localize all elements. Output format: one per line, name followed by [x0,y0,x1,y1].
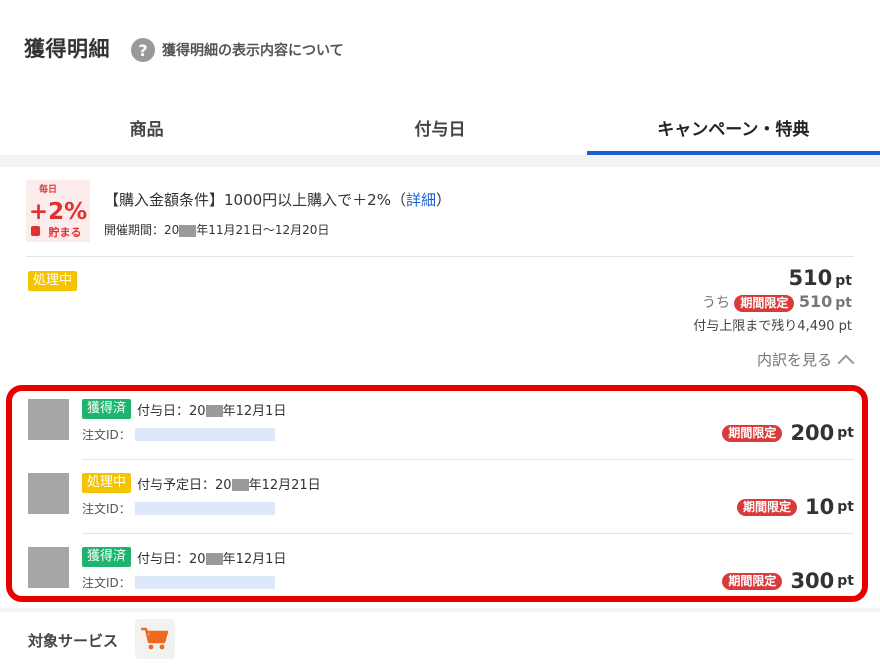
section-divider [0,608,880,612]
period-prefix: 開催期間：20 [104,223,180,237]
shopping-cart-icon[interactable] [135,619,175,659]
campaign-title: 【購入金額条件】1000円以上購入で＋2%（詳細） [104,189,451,210]
total-points: 510 pt [693,266,852,290]
remaining-limit: 付与上限まで残り4,490 pt [693,319,852,334]
breakdown-label: 内訳を見る [756,351,832,369]
campaign-title-text: 【購入金額条件】1000円以上購入で＋2%（ [104,191,406,209]
total-points-value: 510 [788,266,833,290]
breakdown-toggle[interactable]: 内訳を見る [756,349,855,371]
tab-products[interactable]: 商品 [0,100,293,155]
detail-link[interactable]: 詳細 [406,191,436,209]
logo-bottom-text: 貯まる [49,225,82,239]
target-service-label: 対象サービス [28,632,119,650]
cart-glyph [141,627,169,650]
limited-points-value: 510 [798,292,833,311]
redacted-year [179,224,197,237]
section-divider [0,155,880,167]
campaign-status: 処理中 [28,269,78,291]
page-title: 獲得明細 [24,37,110,61]
question-icon: ? [131,38,155,62]
help-link[interactable]: ? 獲得明細の表示内容について [131,38,344,62]
points-summary: 510 pt うち 期間限定 510 pt 付与上限まで残り4,490 pt [693,266,852,334]
campaign-period: 開催期間：20 年11月21日〜12月20日 [104,221,329,238]
period-suffix: 年11月21日〜12月20日 [196,223,330,237]
tab-grant-date[interactable]: 付与日 [293,100,586,155]
divider [26,256,854,257]
limited-points-unit: pt [835,295,852,311]
limited-prefix: うち [701,295,730,311]
total-points-unit: pt [835,273,852,289]
tab-bar: 商品 付与日 キャンペーン・特典 [0,100,880,155]
page-header: 獲得明細 ? 獲得明細の表示内容について [0,0,880,100]
help-link-label: 獲得明細の表示内容について [162,43,344,59]
tab-campaign[interactable]: キャンペーン・特典 [586,100,880,155]
campaign-title-close: ） [436,191,452,209]
chevron-up-icon [837,354,855,371]
status-badge: 処理中 [28,271,78,291]
limited-points: うち 期間限定 510 pt [693,292,852,312]
campaign-logo: 毎日 +2% 貯まる [26,180,90,242]
logo-top-text: 毎日 [39,183,57,195]
logo-percent-text: +2% [29,199,87,225]
limited-badge: 期間限定 [734,295,795,312]
highlight-outline [6,385,868,602]
